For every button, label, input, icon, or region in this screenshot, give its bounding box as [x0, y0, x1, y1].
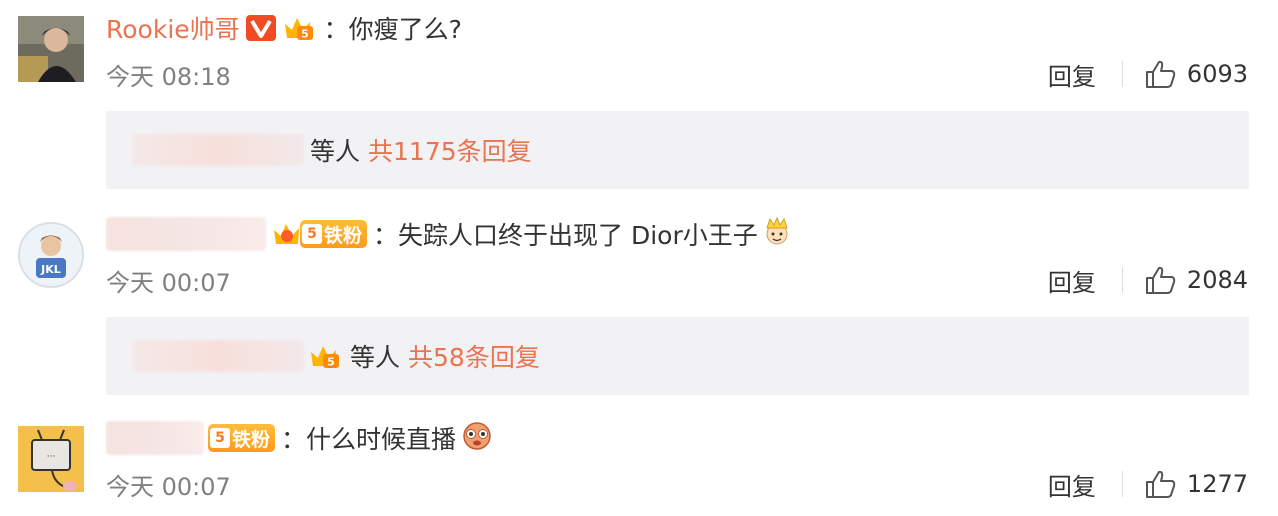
- username-link[interactable]: Rookie帅哥: [106, 10, 240, 46]
- colon-separator: ：: [281, 425, 307, 454]
- reply-count-link[interactable]: 共1175条回复: [368, 132, 532, 168]
- comment-time: 今天 00:07: [106, 472, 231, 501]
- svg-text:5: 5: [301, 28, 309, 41]
- prince-crown-emoji: [762, 216, 792, 252]
- v-verified-icon[interactable]: [245, 15, 276, 41]
- fan-badge-label: 铁粉: [232, 428, 271, 451]
- blurred-username[interactable]: [106, 217, 266, 251]
- reply-suffix: 等人: [350, 343, 401, 372]
- fan-level: 5: [302, 224, 322, 244]
- svg-text:5: 5: [327, 356, 335, 369]
- avatar[interactable]: ···: [18, 426, 84, 492]
- comment-header: 5 铁粉 ： 失踪人口终于出现了 Dior小王子: [106, 216, 792, 252]
- blurred-username[interactable]: [106, 421, 204, 455]
- like-count: 1277: [1186, 470, 1248, 498]
- svg-text:JKL: JKL: [40, 263, 61, 276]
- fan-badge[interactable]: 5 铁粉: [208, 424, 276, 452]
- crown-fan-icon[interactable]: 5: [282, 14, 318, 42]
- reply-button[interactable]: 回复: [1048, 467, 1096, 502]
- avatar[interactable]: [18, 16, 84, 82]
- avatar[interactable]: JKL: [18, 222, 84, 288]
- shy-face-emoji: [460, 418, 494, 458]
- comment-actions: 回复 2084: [1048, 263, 1248, 298]
- comment-text: 失踪人口终于出现了 Dior小王子: [398, 221, 758, 250]
- fan-badge[interactable]: 5 铁粉: [300, 220, 368, 248]
- thumbs-up-icon: [1145, 60, 1176, 88]
- fan-level: 5: [210, 428, 230, 448]
- colon-separator: ：: [373, 221, 399, 250]
- like-count: 2084: [1186, 266, 1248, 294]
- comment-text: 你瘦了么?: [348, 15, 462, 44]
- fan-badge-label: 铁粉: [324, 224, 363, 247]
- comment-text: 什么时候直播: [306, 425, 457, 454]
- comment-meta: 今天 00:07 回复 1277: [106, 467, 1248, 502]
- comment-time: 今天 00:07: [106, 268, 231, 297]
- comment-actions: 回复 6093: [1048, 57, 1248, 92]
- reply-summary[interactable]: 等人 共1175条回复: [106, 111, 1249, 189]
- blurred-replier-names: [132, 340, 304, 372]
- comment-meta: 今天 00:07 回复 2084: [106, 263, 1248, 298]
- action-divider: [1121, 471, 1123, 497]
- reply-button[interactable]: 回复: [1048, 57, 1096, 92]
- comment-header: 5 铁粉 ： 什么时候直播: [106, 420, 494, 456]
- like-count: 6093: [1186, 60, 1248, 88]
- reply-count-link[interactable]: 共58条回复: [408, 338, 540, 374]
- thumbs-up-icon: [1145, 470, 1176, 498]
- comment-time: 今天 08:18: [106, 62, 231, 91]
- blurred-replier-names: [132, 134, 304, 166]
- svg-text:···: ···: [47, 452, 56, 462]
- reply-button[interactable]: 回复: [1048, 263, 1096, 298]
- reply-suffix: 等人: [310, 137, 361, 166]
- like-button[interactable]: 6093: [1145, 59, 1248, 89]
- crown-fan-icon: 5: [308, 342, 344, 370]
- like-button[interactable]: 1277: [1145, 469, 1248, 499]
- comment-meta: 今天 08:18 回复 6093: [106, 57, 1248, 92]
- comment-actions: 回复 1277: [1048, 467, 1248, 502]
- comment-header: Rookie帅哥 5 ： 你瘦了么?: [106, 10, 462, 46]
- reply-summary[interactable]: 5 等人 共58条回复: [106, 317, 1249, 395]
- action-divider: [1121, 267, 1123, 293]
- thumbs-up-icon: [1145, 266, 1176, 294]
- action-divider: [1121, 61, 1123, 87]
- colon-separator: ：: [323, 15, 349, 44]
- like-button[interactable]: 2084: [1145, 265, 1248, 295]
